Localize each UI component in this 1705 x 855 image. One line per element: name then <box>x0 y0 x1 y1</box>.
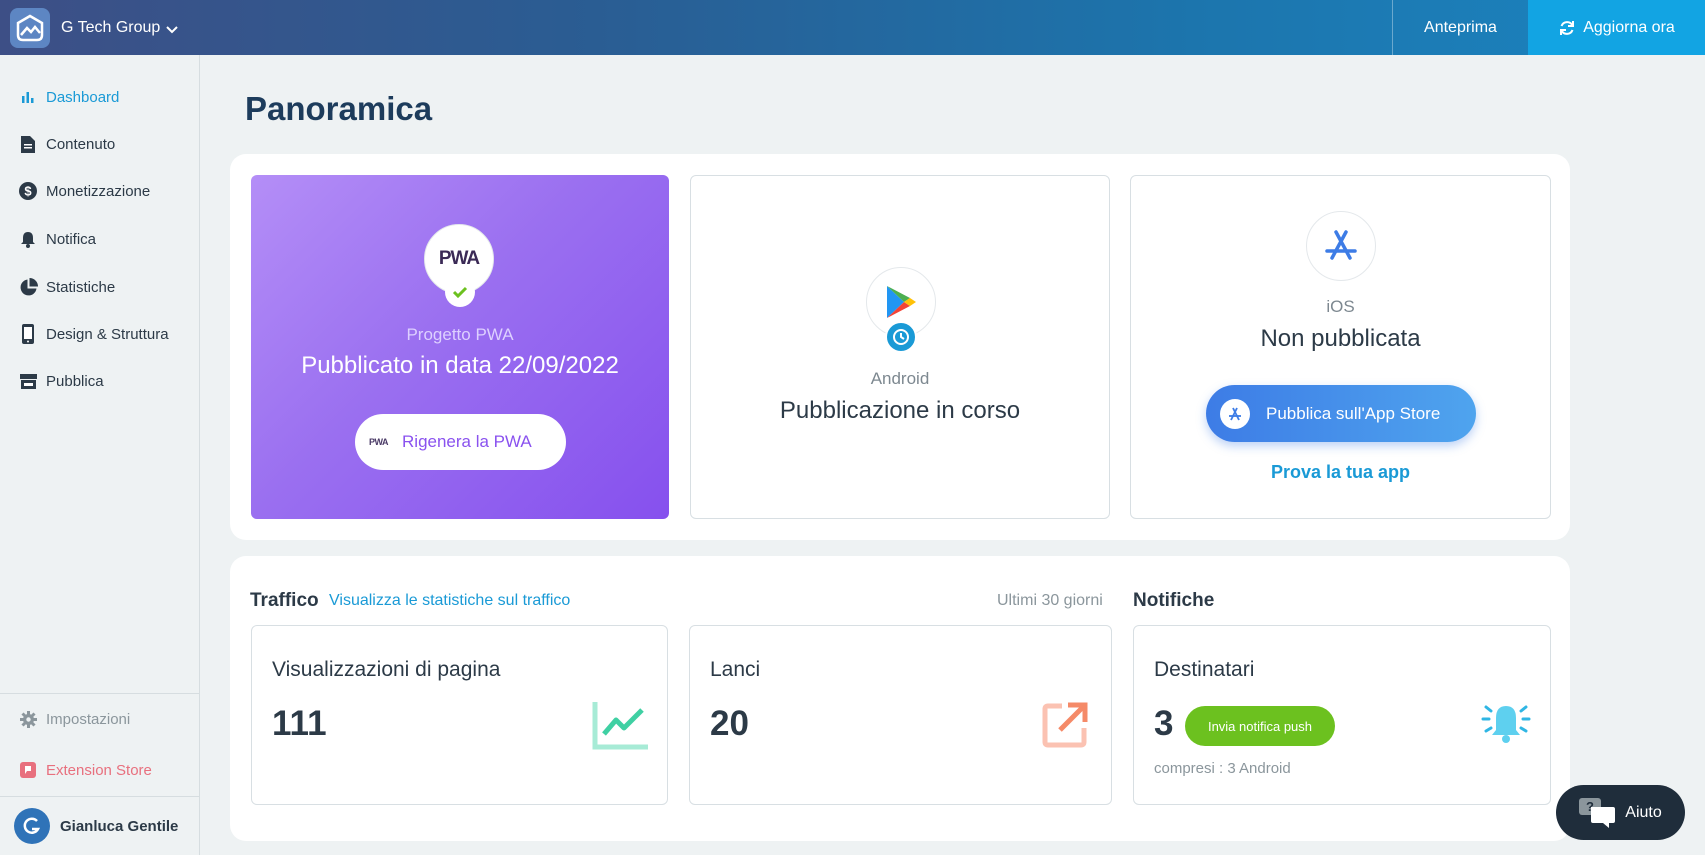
traffic-range: Ultimi 30 giorni <box>997 592 1103 609</box>
page-views-value: 111 <box>272 704 327 743</box>
avatar <box>14 808 50 844</box>
sidebar-item-statistiche[interactable]: Statistiche <box>18 275 115 299</box>
refresh-icon <box>1560 20 1575 35</box>
recipients-card: Destinatari 3 Invia notifica push compre… <box>1133 625 1551 805</box>
user-profile[interactable]: Gianluca Gentile <box>14 808 178 844</box>
sidebar-item-label: Pubblica <box>46 372 104 390</box>
publish-app-store-label: Pubblica sull'App Store <box>1266 403 1441 423</box>
sidebar-item-pubblica[interactable]: Pubblica <box>18 369 104 393</box>
update-now-label: Aggiorna ora <box>1583 18 1675 36</box>
ios-card: iOS Non pubblicata Pubblica sull'App Sto… <box>1130 175 1551 519</box>
sidebar-divider <box>0 693 200 694</box>
launches-label: Lanci <box>710 658 761 681</box>
clock-icon <box>885 321 917 353</box>
sidebar-item-label: Statistiche <box>46 278 116 296</box>
sidebar-divider <box>0 796 200 797</box>
sidebar-item-label: Notifica <box>46 230 97 248</box>
check-icon <box>445 277 475 307</box>
recipients-label: Destinatari <box>1154 658 1255 681</box>
sidebar-item-label: Monetizzazione <box>46 182 151 200</box>
trend-chart-icon <box>592 702 648 750</box>
help-button[interactable]: ? Aiuto <box>1556 785 1685 840</box>
sidebar-item-label: Contenuto <box>46 135 116 153</box>
document-icon <box>18 134 38 154</box>
phone-icon <box>18 324 38 344</box>
app-store-icon <box>1306 211 1376 281</box>
user-name: Gianluca Gentile <box>60 817 179 835</box>
app-store-icon <box>1220 398 1250 429</box>
store-icon <box>18 371 38 391</box>
ios-status: Non pubblicata <box>1260 325 1421 352</box>
ios-caption: iOS <box>1326 297 1355 316</box>
sidebar-item-extension-store[interactable]: Extension Store <box>18 758 152 782</box>
pwa-caption: Progetto PWA <box>406 325 514 344</box>
page-views-label: Visualizzazioni di pagina <box>272 658 501 681</box>
sidebar-item-label: Dashboard <box>46 88 120 106</box>
sidebar-item-label: Design & Struttura <box>46 325 169 343</box>
recipients-footnote: compresi : 3 Android <box>1154 760 1291 777</box>
pwa-logo-text: PWA <box>438 248 480 269</box>
sidebar-item-monetizzazione[interactable]: $ Monetizzazione <box>18 179 150 203</box>
bell-icon <box>18 229 38 249</box>
update-now-button[interactable]: Aggiorna ora <box>1528 0 1705 55</box>
pwa-status: Pubblicato in data 22/09/2022 <box>301 352 619 379</box>
sidebar-item-label: Impostazioni <box>46 710 131 728</box>
chevron-down-icon <box>166 25 179 33</box>
page-views-card: Visualizzazioni di pagina 111 <box>251 625 668 805</box>
sidebar-item-impostazioni[interactable]: Impostazioni <box>18 707 130 731</box>
sidebar-item-contenuto[interactable]: Contenuto <box>18 132 115 156</box>
help-label: Aiuto <box>1625 803 1662 821</box>
sidebar-item-notifica[interactable]: Notifica <box>18 227 96 251</box>
pwa-mini-logo-icon: PWA <box>369 437 389 447</box>
try-your-app-link[interactable]: Prova la tua app <box>1131 462 1550 483</box>
bar-chart-icon <box>18 87 38 107</box>
traffic-title: Traffico <box>250 590 319 611</box>
gear-icon <box>18 709 38 729</box>
dollar-icon: $ <box>18 181 38 201</box>
page-title: Panoramica <box>245 90 433 127</box>
chat-help-icon: ? <box>1579 797 1616 828</box>
android-caption: Android <box>870 369 930 388</box>
regenerate-pwa-label: Rigenera la PWA <box>402 432 532 451</box>
top-bar: G Tech Group Anteprima Aggiorna ora <box>0 0 1705 55</box>
extension-icon <box>18 760 38 780</box>
send-push-button[interactable]: Invia notifica push <box>1185 706 1335 746</box>
android-status: Pubblicazione in corso <box>779 397 1021 424</box>
sidebar-item-design[interactable]: Design & Struttura <box>18 322 169 346</box>
svg-text:$: $ <box>24 184 32 199</box>
launches-value: 20 <box>710 704 749 743</box>
workspace-switcher[interactable]: G Tech Group <box>10 8 179 48</box>
pwa-card: PWA Progetto PWA Pubblicato in data 22/0… <box>251 175 669 519</box>
regenerate-pwa-button[interactable]: PWA Rigenera la PWA <box>355 414 566 470</box>
sidebar-item-dashboard[interactable]: Dashboard <box>18 85 119 109</box>
publish-app-store-button[interactable]: Pubblica sull'App Store <box>1206 385 1476 442</box>
launches-card: Lanci 20 <box>689 625 1112 805</box>
traffic-stats-link[interactable]: Visualizza le statistiche sul traffico <box>329 592 570 610</box>
workspace-name: G Tech Group <box>61 19 161 36</box>
external-link-icon <box>1042 702 1088 748</box>
bell-alert-icon <box>1481 705 1531 743</box>
recipients-value: 3 <box>1154 704 1174 743</box>
app-logo-icon <box>10 8 50 48</box>
sidebar: Dashboard Contenuto $ Monetizzazione Not… <box>0 55 200 855</box>
sidebar-item-label: Extension Store <box>46 761 152 779</box>
pie-chart-icon <box>18 277 38 297</box>
preview-button[interactable]: Anteprima <box>1392 0 1528 55</box>
android-card: Android Pubblicazione in corso <box>690 175 1110 519</box>
notifications-title: Notifiche <box>1133 590 1215 611</box>
